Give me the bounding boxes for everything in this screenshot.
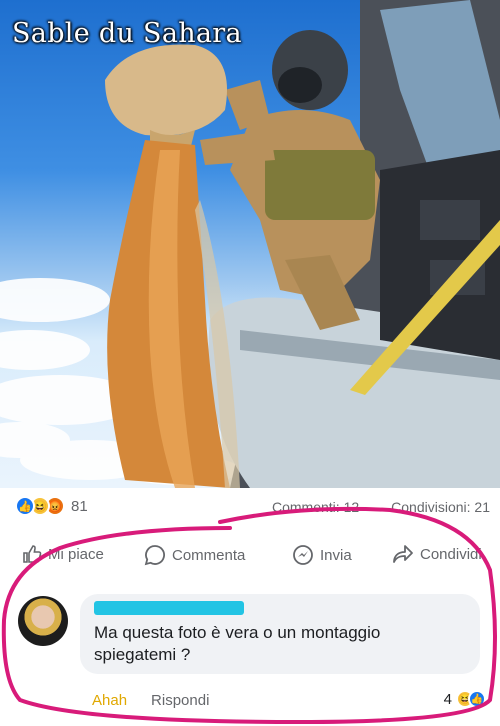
reaction-summary[interactable]: 👍 😆 😡 81 — [15, 496, 88, 516]
like-reaction-icon: 👍 — [15, 496, 35, 516]
comment-actions: Ahah Rispondi — [92, 692, 209, 709]
messenger-icon — [292, 544, 314, 566]
comment-bubble: Ma questa foto è vera o un montaggio spi… — [80, 594, 480, 674]
send-label: Invia — [320, 546, 352, 564]
comment-button[interactable]: Commenta — [144, 544, 245, 566]
like-button[interactable]: Mi piace — [22, 544, 104, 564]
comment-reaction-button[interactable]: Ahah — [92, 692, 127, 709]
shares-count[interactable]: Condivisioni: 21 — [391, 499, 490, 515]
comment-reaction-count[interactable]: 4 😆 👍 — [444, 690, 486, 708]
post-photo[interactable]: Sable du Sahara — [0, 0, 500, 488]
photo-caption: Sable du Sahara — [12, 18, 242, 49]
thumbs-up-icon — [22, 544, 42, 564]
comment-item: Ma questa foto è vera o un montaggio spi… — [0, 588, 500, 726]
send-button[interactable]: Invia — [292, 544, 352, 566]
redacted-author-name — [94, 601, 244, 615]
comment-bubble-icon — [144, 544, 166, 566]
commenter-avatar[interactable] — [18, 596, 68, 646]
photo-illustration — [0, 0, 500, 488]
comment-label: Commenta — [172, 546, 246, 564]
comment-reaction-number: 4 — [443, 690, 452, 708]
like-label: Mi piace — [48, 545, 104, 563]
like-mini-icon: 👍 — [468, 690, 486, 708]
post-action-bar: Mi piace Commenta Invia Condividi — [0, 536, 500, 576]
share-label: Condividi — [420, 545, 482, 563]
reaction-count: 81 — [71, 497, 88, 515]
share-button[interactable]: Condividi — [392, 544, 482, 564]
comment-text: Ma questa foto è vera o un montaggio spi… — [94, 623, 381, 664]
post-stats: 👍 😆 😡 81 Commenti: 12 Condivisioni: 21 — [0, 490, 500, 524]
comments-count[interactable]: Commenti: 12 — [272, 499, 359, 515]
share-arrow-icon — [392, 544, 414, 564]
reply-button[interactable]: Rispondi — [151, 692, 209, 709]
